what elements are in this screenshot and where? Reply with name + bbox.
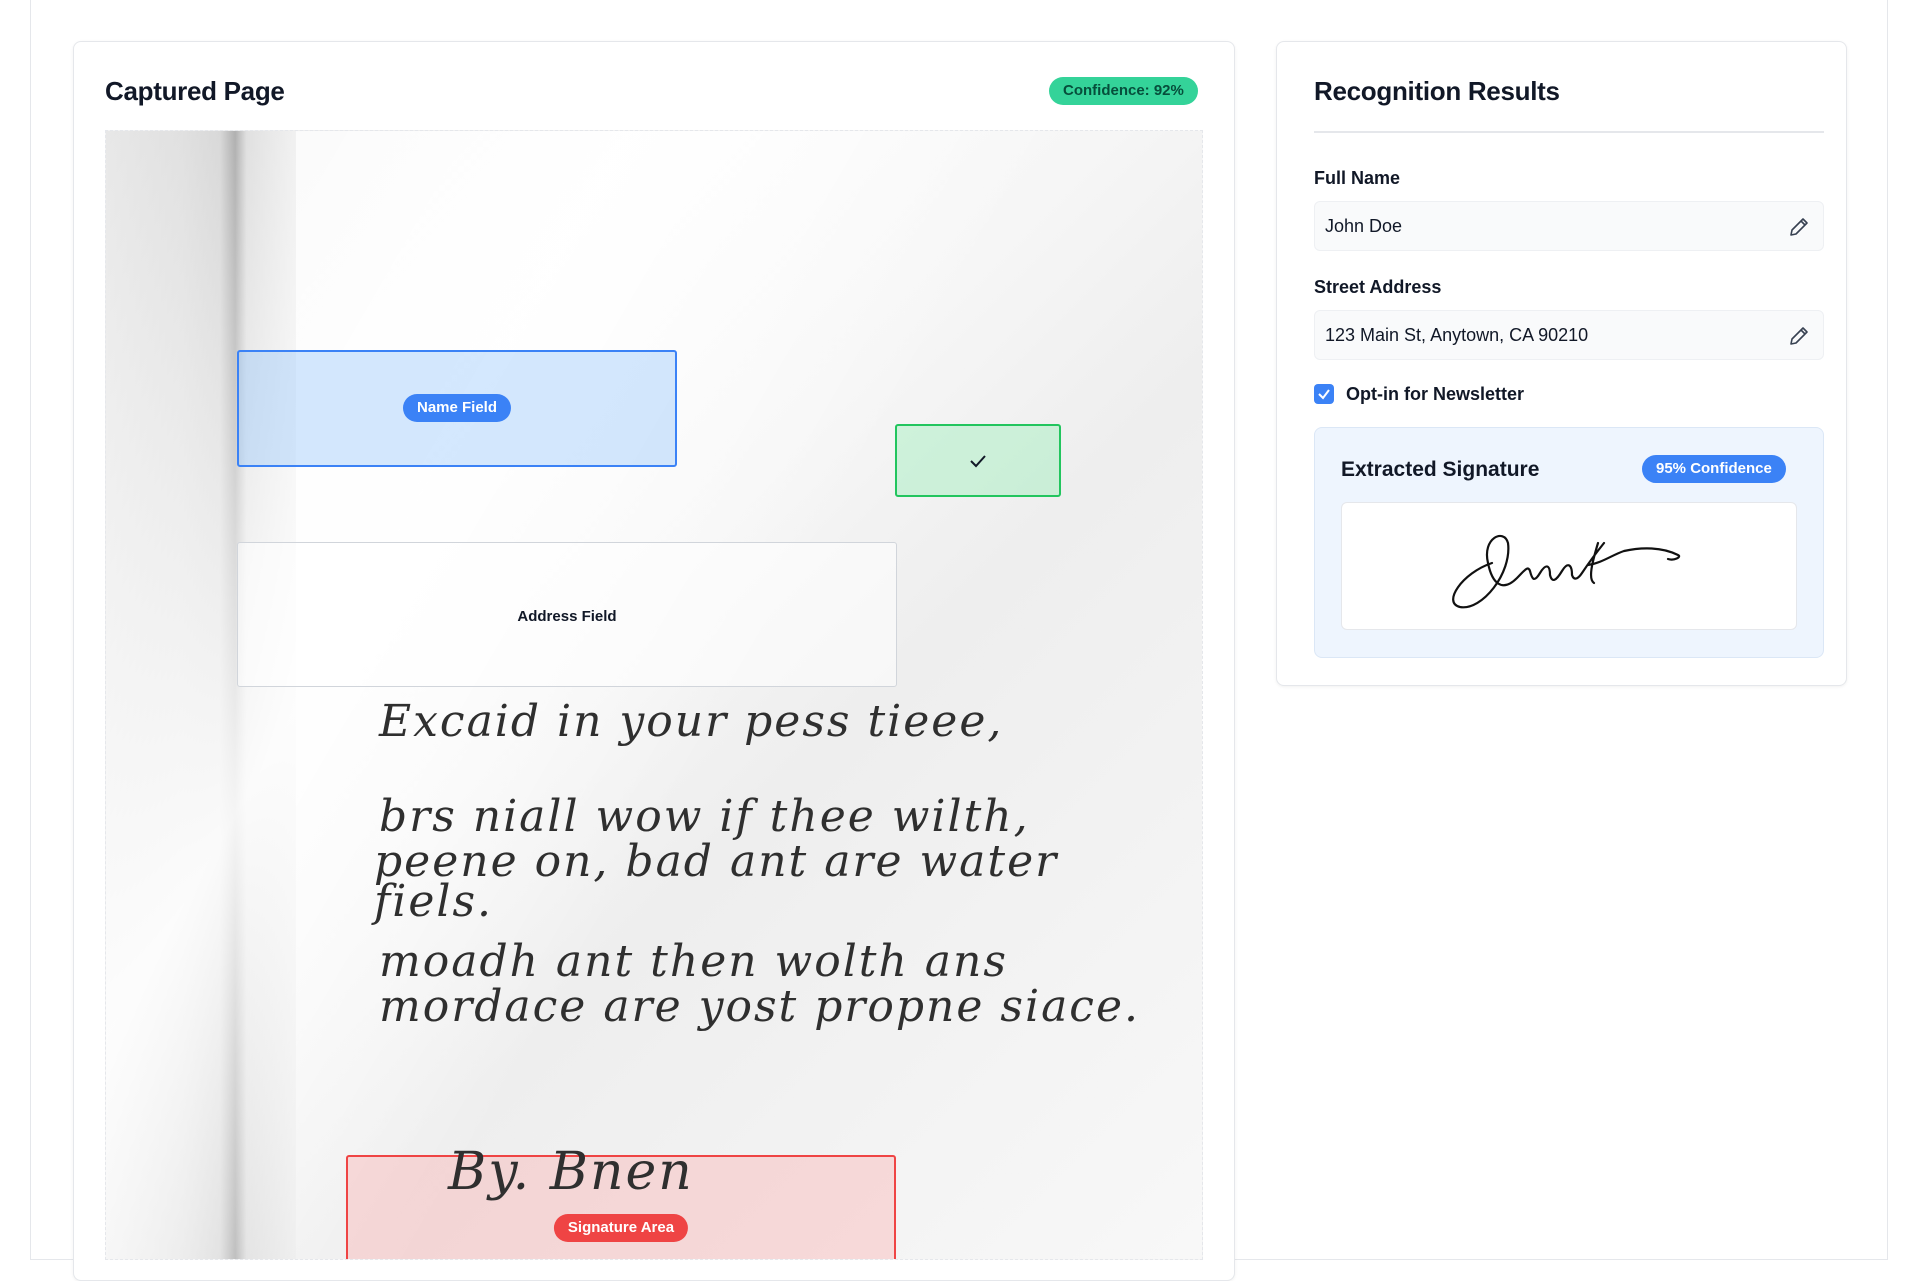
full-name-label: Full Name	[1314, 168, 1401, 188]
handwriting-line: mordace are yost propne siace.	[379, 981, 1140, 1032]
handwriting-line: brs niall wow if thee wilth,	[379, 791, 1030, 842]
signature-preview	[1341, 502, 1797, 630]
street-address-value: 123 Main St, Anytown, CA 90210	[1325, 325, 1589, 345]
divider	[1314, 131, 1824, 133]
address-field-region[interactable]: Address Field	[237, 542, 897, 687]
signature-image	[1452, 534, 1681, 609]
handwriting-line: Excaid in your pess tieee,	[379, 696, 1004, 747]
checkbox-region[interactable]	[895, 424, 1061, 497]
address-field-tag: Address Field	[517, 608, 617, 625]
full-name-value: John Doe	[1325, 216, 1403, 236]
signature-area-region[interactable]: By. Bnen Signature Area	[346, 1142, 896, 1259]
pencil-icon[interactable]	[1787, 324, 1811, 348]
confidence-badge: Confidence: 92%	[1049, 77, 1198, 105]
full-name-field[interactable]: John Doe	[1314, 201, 1824, 251]
checkbox-checked-icon	[1318, 389, 1330, 400]
street-address-label: Street Address	[1314, 277, 1442, 297]
handwriting-line: moadh ant then wolth ans	[379, 936, 1008, 987]
name-field-region[interactable]: Name Field	[237, 350, 677, 467]
book-spine-shadow	[106, 131, 296, 1259]
signature-area-tag: Signature Area	[553, 1214, 689, 1242]
signature-confidence-badge: 95% Confidence	[1642, 455, 1786, 483]
street-address-field[interactable]: 123 Main St, Anytown, CA 90210	[1314, 310, 1824, 360]
newsletter-checkbox[interactable]	[1314, 384, 1334, 404]
document-preview[interactable]: Name Field Address Field Excaid in your …	[105, 130, 1203, 1260]
captured-page-title: Captured Page	[105, 76, 285, 106]
check-icon	[970, 454, 986, 467]
pencil-icon[interactable]	[1787, 215, 1811, 239]
extracted-signature-title: Extracted Signature	[1341, 458, 1540, 481]
newsletter-label[interactable]: Opt-in for Newsletter	[1346, 384, 1524, 405]
handwritten-signature: By. Bnen	[448, 1142, 694, 1202]
extracted-signature-card: Extracted Signature 95% Confidence	[1314, 427, 1824, 658]
handwriting-line: fiels.	[374, 876, 494, 927]
name-field-tag: Name Field	[402, 394, 512, 422]
recognition-results-title: Recognition Results	[1314, 76, 1560, 106]
